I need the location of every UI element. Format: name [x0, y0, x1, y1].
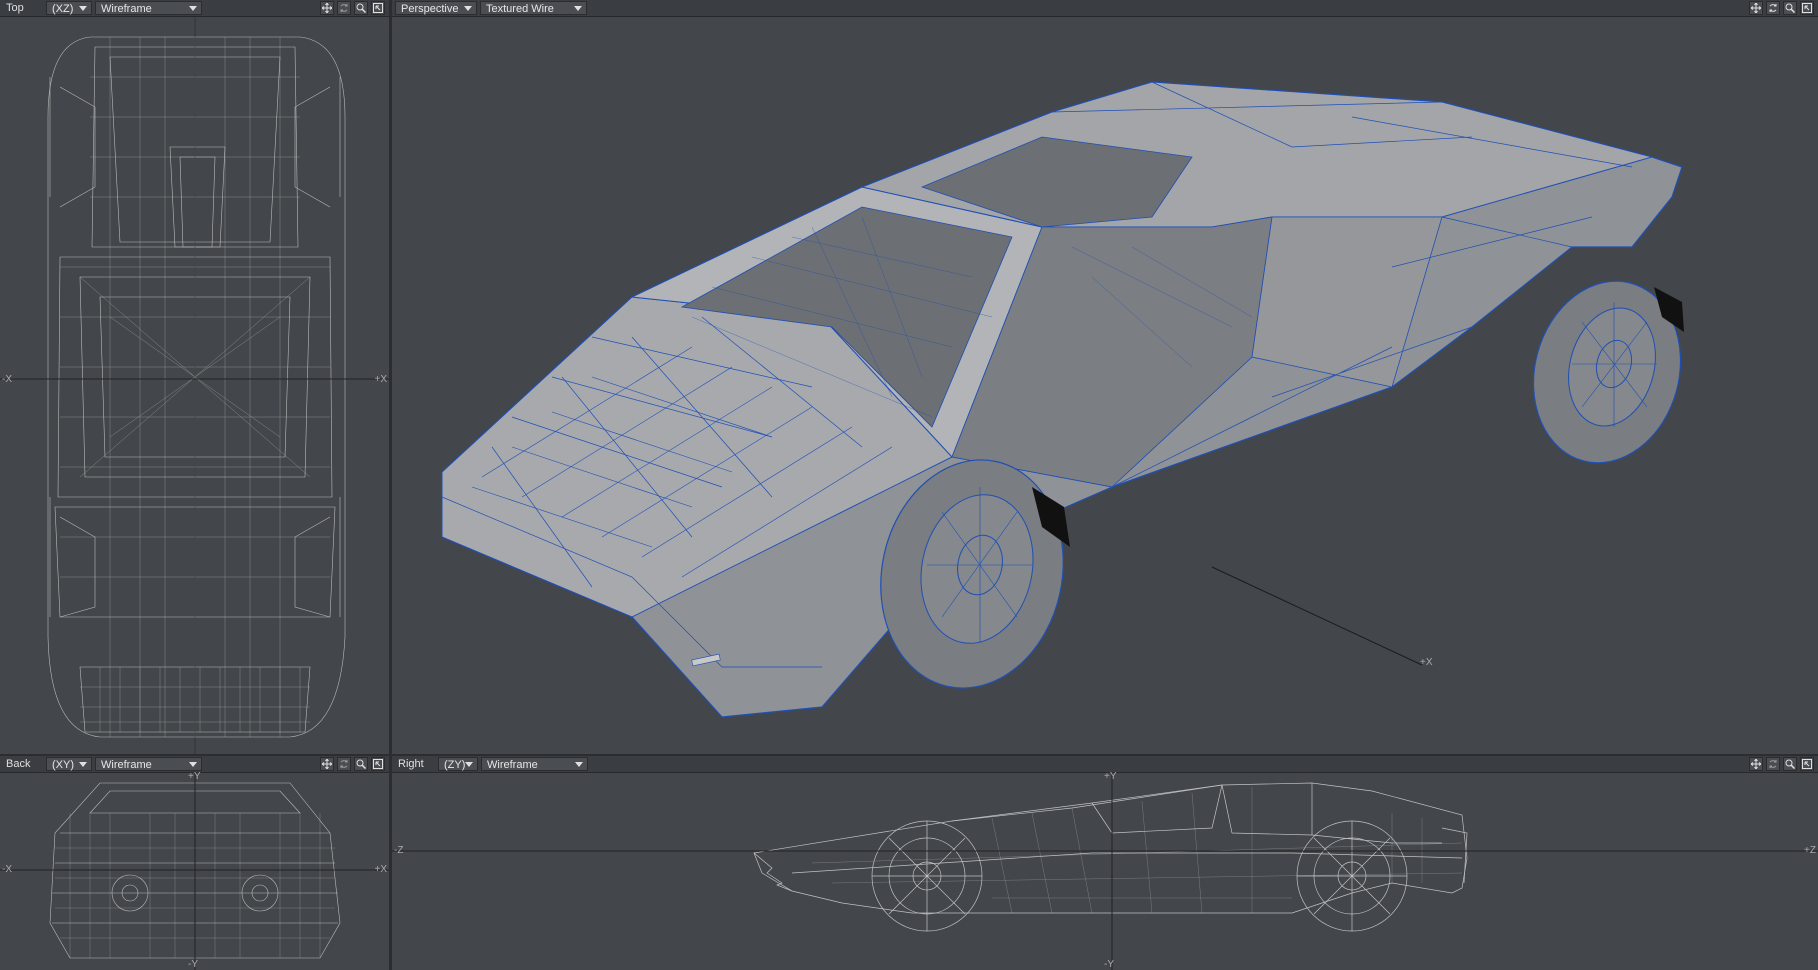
move-view-button[interactable] [1749, 1, 1763, 15]
axis-label-neg-x: -X [2, 374, 12, 385]
viewport-right-title: Right [398, 758, 424, 770]
axis-label-pos-y: +Y [188, 771, 201, 782]
zoom-view-button[interactable] [354, 1, 368, 15]
viewport-perspective-canvas[interactable]: +X [392, 17, 1818, 754]
chevron-down-icon [79, 6, 87, 11]
maximize-view-button[interactable] [371, 1, 385, 15]
viewport-back-title: Back [6, 758, 31, 770]
render-mode-label: Textured Wire [486, 3, 554, 15]
wireframe-side-view [392, 773, 1818, 970]
viewport-right[interactable]: Right (ZY) Wireframe +Y -Z +Z -Y [392, 756, 1818, 970]
zoom-view-icon [1785, 3, 1795, 13]
axis-label-neg-y: -Y [1104, 959, 1114, 970]
render-mode-dropdown[interactable]: Wireframe [95, 1, 202, 15]
maximize-view-icon [1802, 759, 1812, 769]
maximize-view-button[interactable] [1800, 1, 1814, 15]
view-axis-dropdown[interactable]: (XZ) [46, 1, 92, 15]
view-axis-label: (ZY) [444, 759, 466, 771]
move-view-icon [1751, 3, 1761, 13]
rotate-view-button[interactable] [337, 1, 351, 15]
viewport-perspective-header: Perspective Textured Wire [392, 0, 1818, 17]
rotate-view-icon [1769, 4, 1777, 12]
rotate-view-button[interactable] [1766, 1, 1780, 15]
axis-label-neg-z: -Z [394, 845, 404, 856]
maximize-view-button[interactable] [371, 757, 385, 771]
chevron-down-icon [575, 762, 583, 767]
zoom-view-icon [356, 759, 366, 769]
viewport-top-title: Top [6, 2, 24, 14]
rotate-view-button[interactable] [337, 757, 351, 771]
render-mode-dropdown[interactable]: Wireframe [95, 757, 202, 771]
maximize-view-button[interactable] [1800, 757, 1814, 771]
viewport-back-canvas[interactable]: +Y -X +X -Y [0, 771, 389, 970]
zoom-view-button[interactable] [354, 757, 368, 771]
view-type-label: Perspective [401, 3, 459, 15]
move-view-icon [322, 3, 332, 13]
move-view-icon [322, 759, 332, 769]
maximize-view-icon [373, 3, 383, 13]
axis-label-neg-y: -Y [188, 959, 198, 970]
render-mode-dropdown[interactable]: Textured Wire [480, 1, 587, 15]
axis-label-neg-x: -X [2, 864, 12, 875]
axis-label-pos-x: +X [374, 864, 387, 875]
wireframe-top-view [0, 17, 389, 754]
zoom-view-button[interactable] [1783, 1, 1797, 15]
render-mode-label: Wireframe [101, 759, 152, 771]
chevron-down-icon [464, 6, 472, 11]
view-type-dropdown[interactable]: Perspective [395, 1, 477, 15]
view-axis-label: (XZ) [52, 3, 74, 15]
viewport-top-canvas[interactable]: -X +X [0, 17, 389, 754]
maximize-view-icon [1802, 3, 1812, 13]
chevron-down-icon [79, 762, 87, 767]
rotate-view-icon [1769, 760, 1777, 768]
chevron-down-icon [465, 762, 473, 767]
chevron-down-icon [189, 6, 197, 11]
maximize-view-icon [373, 759, 383, 769]
move-view-button[interactable] [320, 1, 334, 15]
view-axis-dropdown[interactable]: (ZY) [438, 757, 478, 771]
viewport-top[interactable]: Top (XZ) Wireframe -X +X [0, 0, 389, 754]
viewport-right-canvas[interactable]: +Y -Z +Z -Y [392, 771, 1818, 970]
viewport-perspective[interactable]: Perspective Textured Wire +X [392, 0, 1818, 754]
zoom-view-icon [1785, 759, 1795, 769]
car-model-perspective [441, 81, 1684, 718]
render-mode-label: Wireframe [487, 759, 538, 771]
rotate-view-button[interactable] [1766, 757, 1780, 771]
axis-label-pos-y: +Y [1104, 771, 1117, 782]
axis-label-pos-x: +X [374, 374, 387, 385]
chevron-down-icon [574, 6, 582, 11]
view-axis-dropdown[interactable]: (XY) [46, 757, 92, 771]
render-mode-label: Wireframe [101, 3, 152, 15]
viewport-back[interactable]: Back (XY) Wireframe +Y -X +X -Y [0, 756, 389, 970]
wireframe-back-view [0, 773, 389, 970]
zoom-view-button[interactable] [1783, 757, 1797, 771]
rotate-view-icon [340, 760, 348, 768]
chevron-down-icon [189, 762, 197, 767]
move-view-icon [1751, 759, 1761, 769]
axis-label-pos-z: +Z [1804, 845, 1816, 856]
render-mode-dropdown[interactable]: Wireframe [481, 757, 588, 771]
move-view-button[interactable] [320, 757, 334, 771]
axis-label-pos-x: +X [1420, 657, 1433, 668]
zoom-view-icon [356, 3, 366, 13]
viewport-top-header: Top (XZ) Wireframe [0, 0, 389, 17]
move-view-button[interactable] [1749, 757, 1763, 771]
rotate-view-icon [340, 4, 348, 12]
view-axis-label: (XY) [52, 759, 74, 771]
